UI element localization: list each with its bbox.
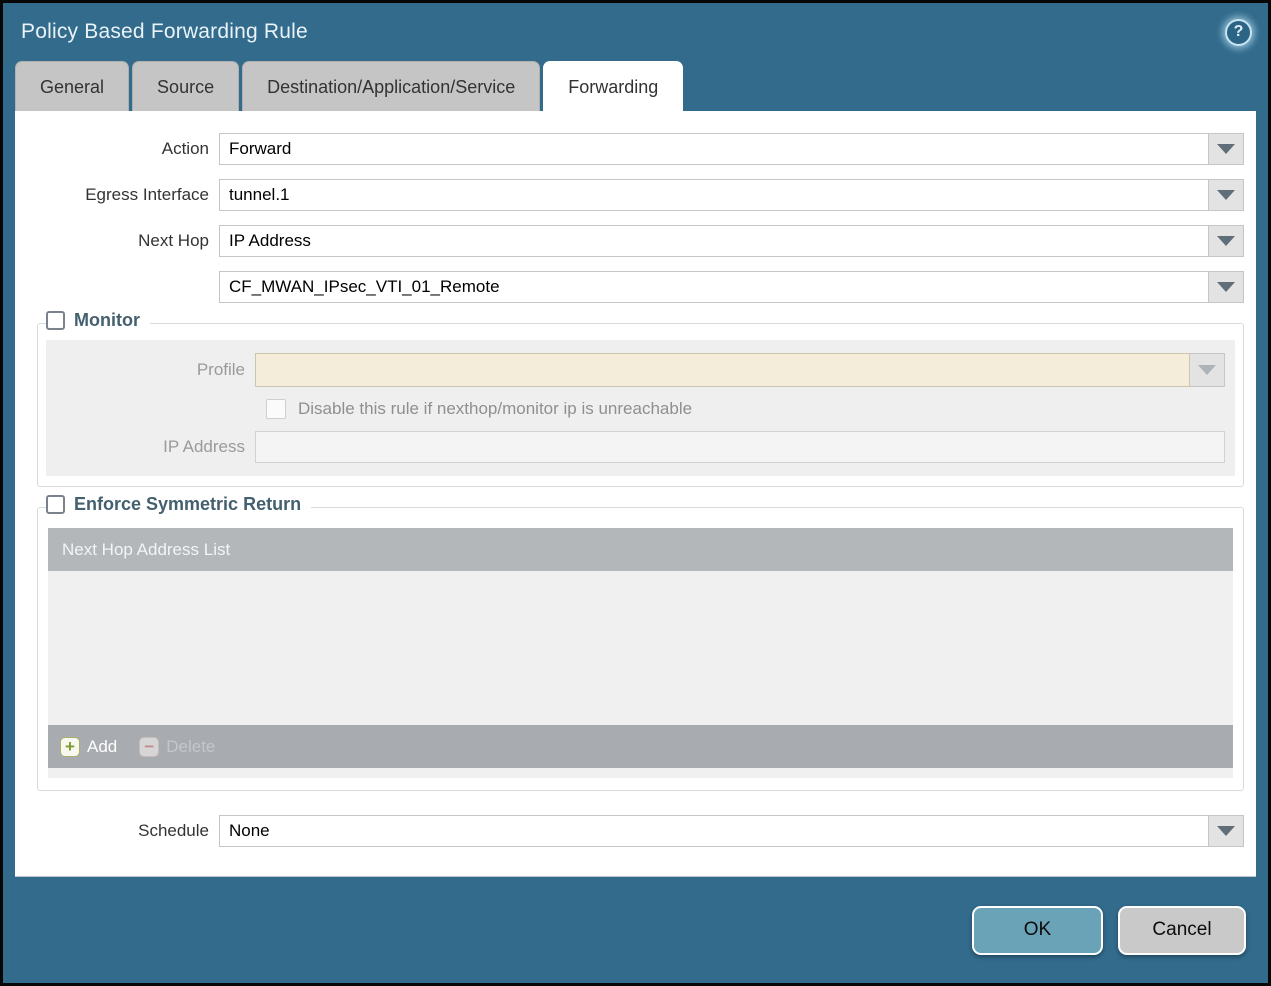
monitor-panel: Profile Disable this rule if nexthop/mon… bbox=[46, 340, 1235, 476]
tab-bar: General Source Destination/Application/S… bbox=[3, 61, 1268, 111]
disable-rule-row: Disable this rule if nexthop/monitor ip … bbox=[266, 399, 1225, 419]
schedule-value[interactable]: None bbox=[219, 815, 1209, 847]
schedule-dropdown-button[interactable] bbox=[1209, 815, 1244, 847]
minus-icon: − bbox=[139, 736, 160, 757]
schedule-label: Schedule bbox=[138, 821, 209, 840]
next-hop-dropdown-button[interactable] bbox=[1209, 225, 1244, 257]
egress-interface-label: Egress Interface bbox=[85, 185, 209, 204]
delete-button-label: Delete bbox=[166, 736, 216, 756]
tab-forwarding[interactable]: Forwarding bbox=[543, 61, 684, 111]
next-hop-row: Next Hop IP Address bbox=[27, 225, 1244, 257]
next-hop-address-value[interactable]: CF_MWAN_IPsec_VTI_01_Remote bbox=[219, 271, 1209, 303]
chevron-down-icon bbox=[1198, 365, 1216, 375]
next-hop-address-row: CF_MWAN_IPsec_VTI_01_Remote bbox=[27, 271, 1244, 303]
action-row: Action Forward bbox=[27, 133, 1244, 165]
enforce-symmetric-return-legend-label: Enforce Symmetric Return bbox=[74, 494, 302, 514]
ok-button[interactable]: OK bbox=[972, 905, 1103, 955]
monitor-ip-address-label: IP Address bbox=[163, 437, 245, 456]
action-dropdown-button[interactable] bbox=[1209, 133, 1244, 165]
add-button-label: Add bbox=[87, 736, 118, 756]
disable-rule-checkbox bbox=[266, 399, 286, 419]
egress-interface-combobox[interactable]: tunnel.1 bbox=[219, 179, 1244, 211]
monitor-checkbox[interactable] bbox=[46, 311, 65, 330]
egress-interface-row: Egress Interface tunnel.1 bbox=[27, 179, 1244, 211]
dialog-titlebar: Policy Based Forwarding Rule ? bbox=[3, 3, 1268, 61]
delete-button: − Delete bbox=[139, 736, 216, 757]
chevron-down-icon bbox=[1217, 190, 1235, 200]
enforce-symmetric-return-checkbox[interactable] bbox=[46, 495, 65, 514]
profile-combobox bbox=[255, 353, 1225, 387]
enforce-symmetric-return-legend: Enforce Symmetric Return bbox=[46, 494, 312, 515]
tab-destination-application-service[interactable]: Destination/Application/Service bbox=[242, 61, 541, 111]
chevron-down-icon bbox=[1217, 236, 1235, 246]
tab-source[interactable]: Source bbox=[132, 61, 240, 111]
policy-based-forwarding-dialog: Policy Based Forwarding Rule ? General S… bbox=[0, 0, 1271, 986]
help-icon[interactable]: ? bbox=[1225, 18, 1252, 46]
monitor-fieldset: Monitor Profile Disable this rule if nex… bbox=[37, 310, 1244, 487]
chevron-down-icon bbox=[1217, 144, 1235, 154]
next-hop-combobox[interactable]: IP Address bbox=[219, 225, 1244, 257]
chevron-down-icon bbox=[1217, 826, 1235, 836]
forwarding-tab-panel: Action Forward Egress Interface tunnel.1… bbox=[15, 111, 1256, 877]
profile-dropdown-button bbox=[1190, 353, 1225, 387]
next-hop-address-list-header: Next Hop Address List bbox=[48, 528, 1233, 571]
monitor-legend-label: Monitor bbox=[74, 310, 140, 330]
profile-label: Profile bbox=[196, 360, 245, 379]
next-hop-label: Next Hop bbox=[138, 231, 209, 250]
profile-value bbox=[255, 353, 1190, 387]
next-hop-address-combobox[interactable]: CF_MWAN_IPsec_VTI_01_Remote bbox=[219, 271, 1244, 303]
monitor-legend: Monitor bbox=[46, 310, 150, 331]
disable-rule-label: Disable this rule if nexthop/monitor ip … bbox=[298, 399, 693, 418]
action-label: Action bbox=[161, 139, 209, 158]
action-value[interactable]: Forward bbox=[219, 133, 1209, 165]
plus-icon: + bbox=[60, 736, 80, 757]
action-combobox[interactable]: Forward bbox=[219, 133, 1244, 165]
schedule-combobox[interactable]: None bbox=[219, 815, 1244, 847]
schedule-row: Schedule None bbox=[27, 815, 1244, 847]
chevron-down-icon bbox=[1217, 282, 1235, 292]
next-hop-address-dropdown-button[interactable] bbox=[1209, 271, 1244, 303]
enforce-symmetric-return-fieldset: Enforce Symmetric Return Next Hop Addres… bbox=[37, 494, 1244, 791]
monitor-ip-address-row: IP Address bbox=[46, 431, 1225, 463]
dialog-title: Policy Based Forwarding Rule bbox=[21, 20, 308, 43]
profile-row: Profile bbox=[46, 353, 1225, 387]
next-hop-value[interactable]: IP Address bbox=[219, 225, 1209, 257]
monitor-ip-address-field bbox=[255, 431, 1225, 463]
grid-bottom-strip bbox=[48, 768, 1233, 778]
monitor-ip-address-value bbox=[255, 431, 1225, 463]
egress-interface-dropdown-button[interactable] bbox=[1209, 179, 1244, 211]
dialog-footer: OK Cancel bbox=[3, 877, 1268, 983]
next-hop-address-list-toolbar: + Add − Delete bbox=[48, 725, 1233, 768]
next-hop-address-list-grid: Next Hop Address List + Add − Delete bbox=[48, 528, 1233, 778]
add-button[interactable]: + Add bbox=[60, 736, 118, 757]
cancel-button[interactable]: Cancel bbox=[1118, 905, 1246, 955]
tab-general[interactable]: General bbox=[15, 61, 130, 111]
egress-interface-value[interactable]: tunnel.1 bbox=[219, 179, 1209, 211]
next-hop-address-list-body[interactable] bbox=[48, 571, 1233, 725]
